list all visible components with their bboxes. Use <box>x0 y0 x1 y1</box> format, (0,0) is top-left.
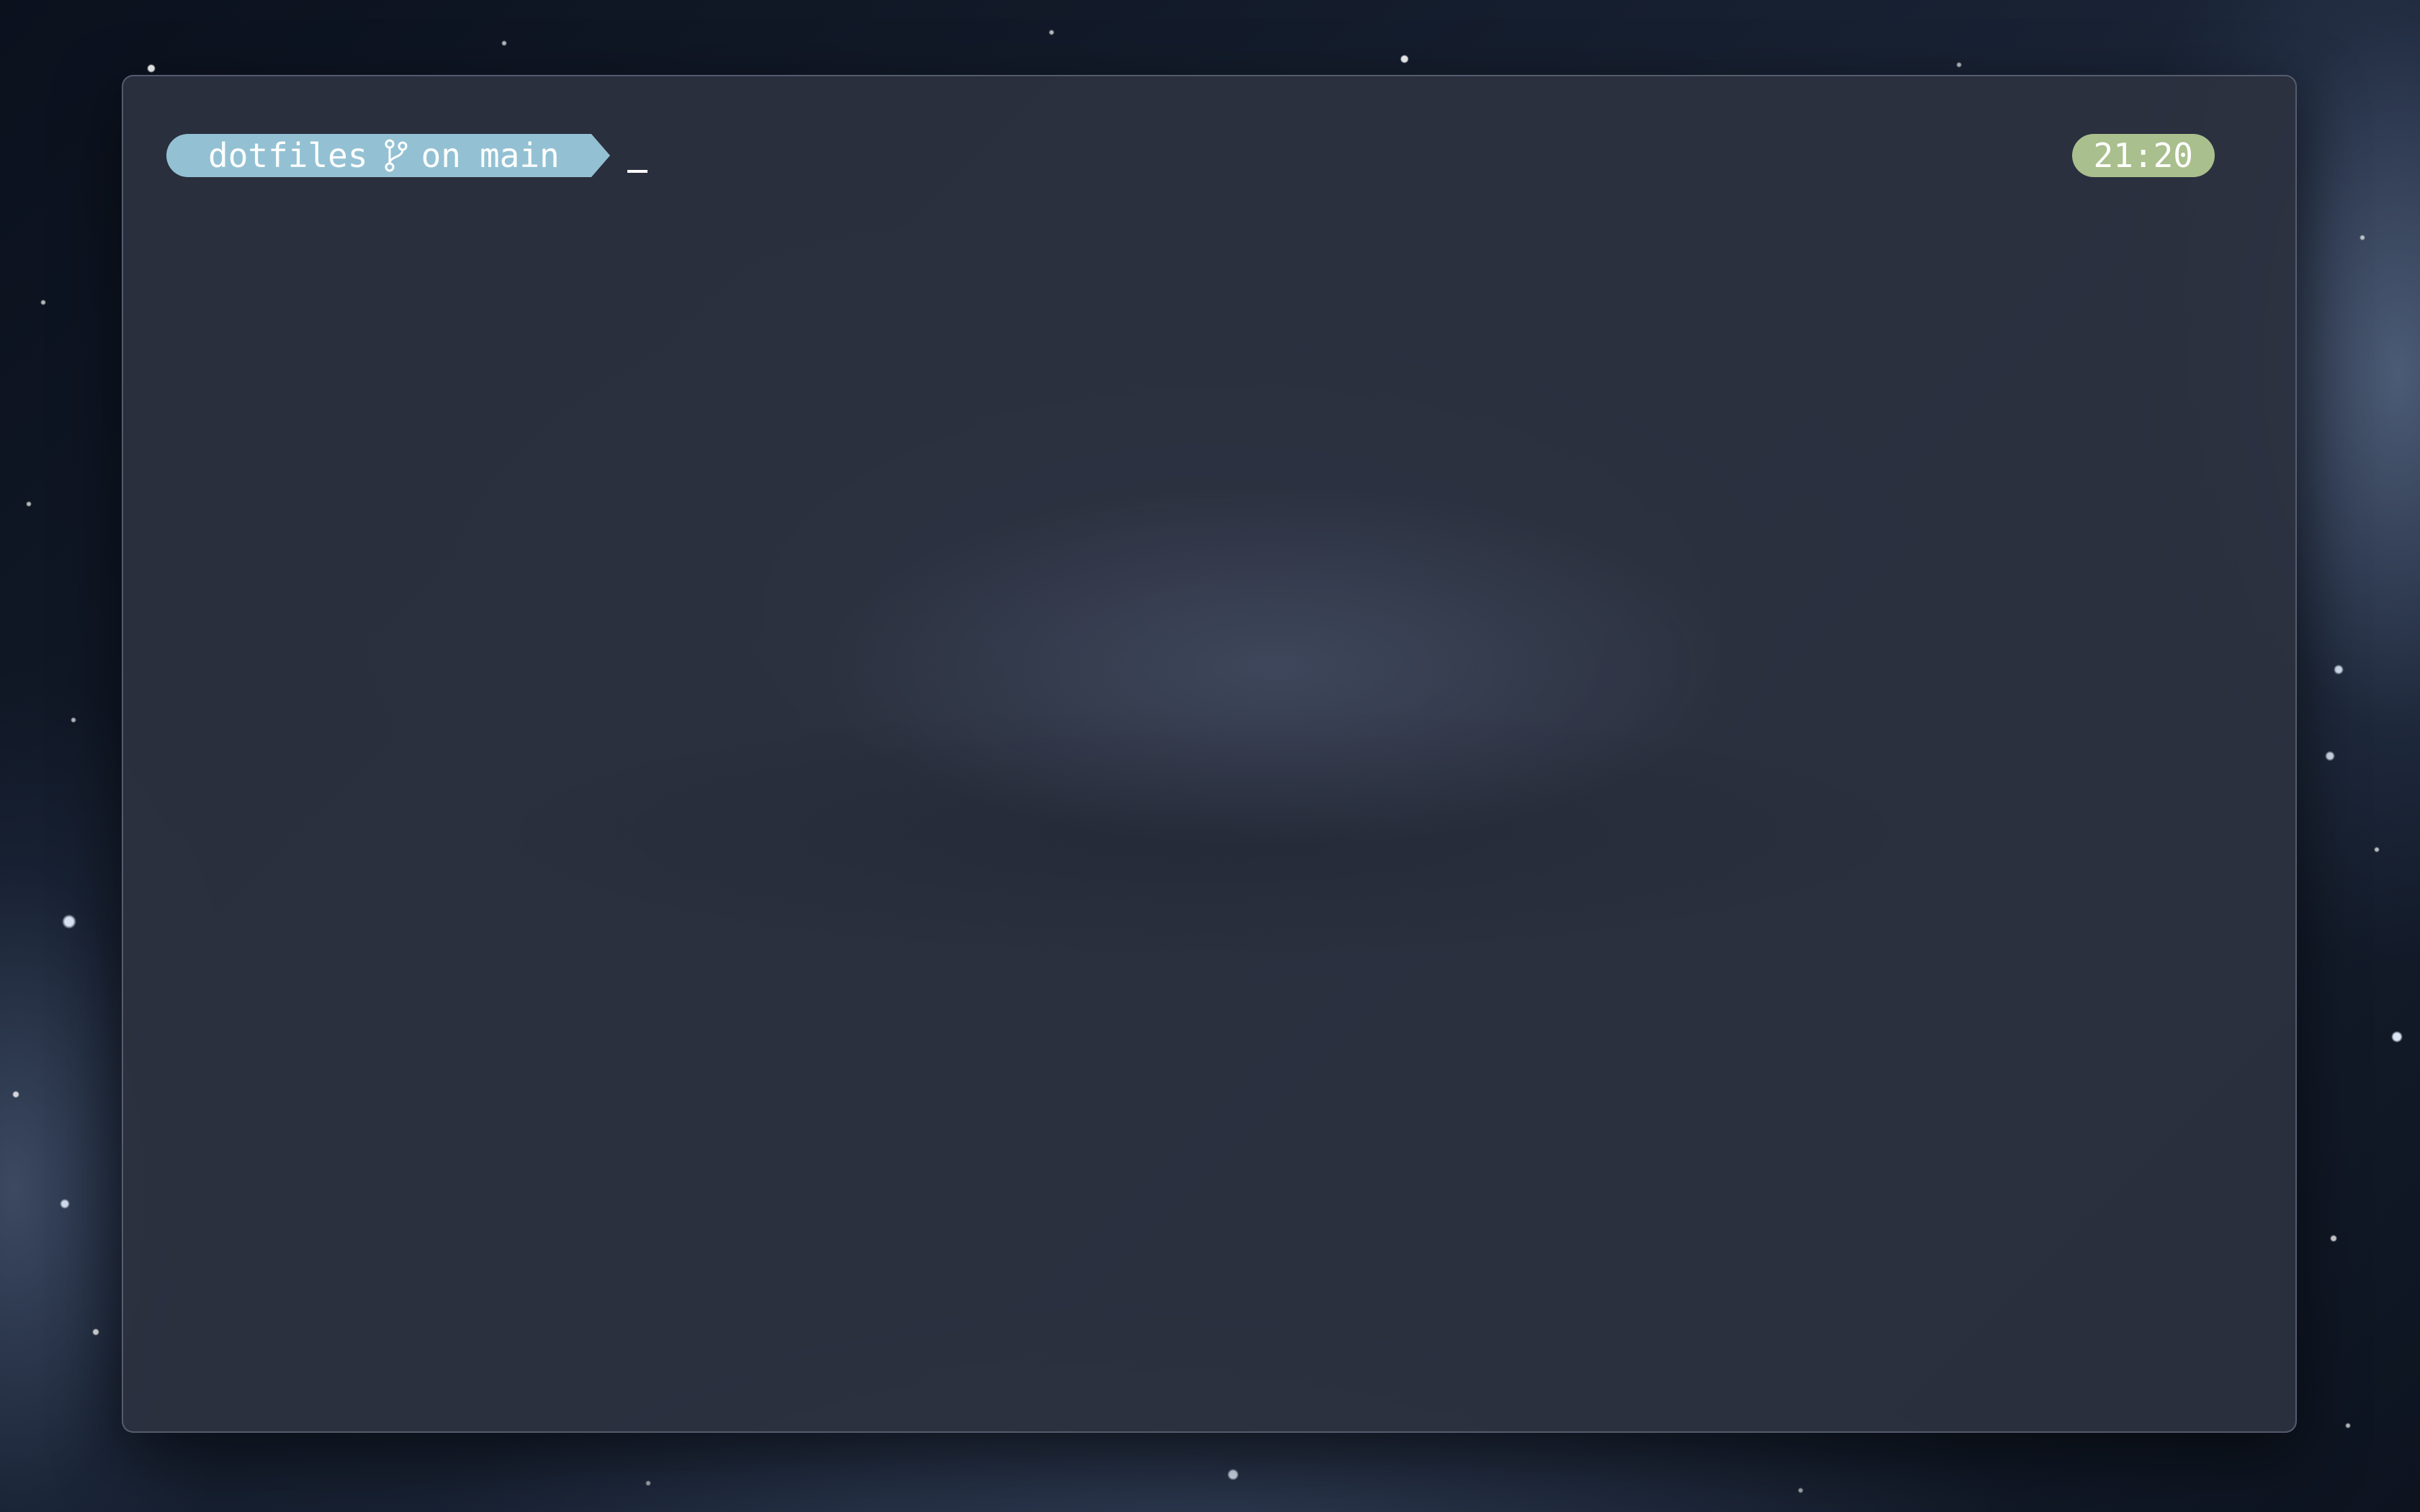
prompt-segment: dotfiles on main <box>166 134 610 177</box>
clock-time: 21:20 <box>2093 136 2193 175</box>
branch-prefix: on <box>421 136 461 175</box>
prompt-line: dotfiles on main <box>166 134 647 177</box>
terminal-window[interactable]: dotfiles on main 21:20 <box>122 75 2297 1433</box>
current-directory: dotfiles <box>208 136 368 175</box>
clock-badge: 21:20 <box>2071 134 2215 177</box>
git-branch-icon <box>385 139 408 172</box>
text-cursor <box>627 170 647 173</box>
git-branch-name: main <box>479 136 560 175</box>
